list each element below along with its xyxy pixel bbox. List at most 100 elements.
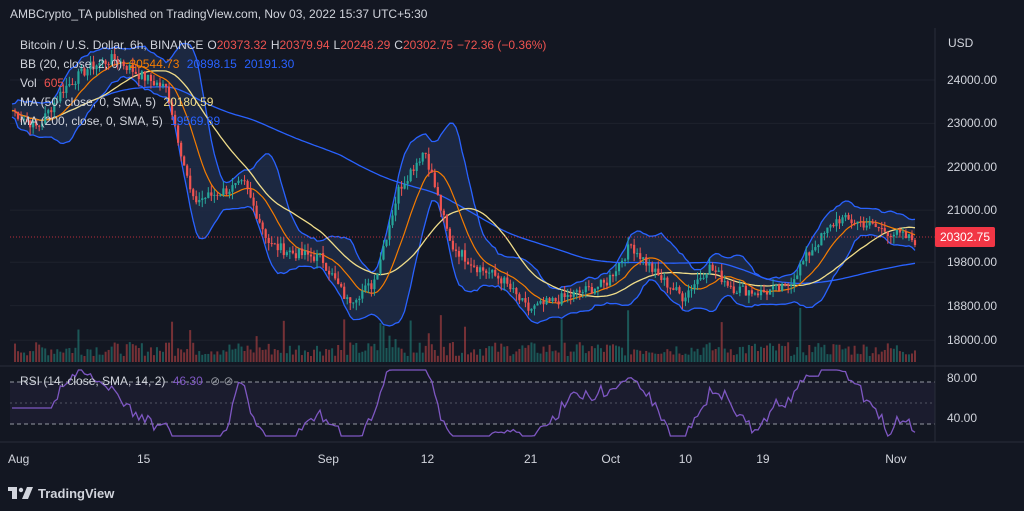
candle-body (16, 111, 20, 119)
candle-body (427, 153, 430, 170)
volume-bar (107, 349, 110, 362)
candle-body (143, 71, 146, 81)
candle-body (660, 275, 663, 281)
volume-bar (759, 346, 762, 362)
candle-body (213, 194, 216, 196)
tradingview-brand[interactable]: TradingView (8, 486, 114, 502)
candle-body (599, 279, 603, 287)
volume-bar (895, 345, 898, 362)
candle-body (886, 231, 889, 237)
volume-bar (439, 315, 442, 362)
candle-body (696, 279, 699, 285)
candle-body (623, 259, 627, 261)
candle-body (551, 297, 554, 302)
volume-bar (702, 347, 705, 362)
volume-bar (756, 351, 759, 362)
candle-body (774, 284, 778, 287)
volume-bar (772, 345, 775, 362)
volume-bar (699, 354, 702, 362)
high-value: 20379.94 (279, 38, 330, 52)
candle-body (518, 294, 521, 301)
candle-body (841, 217, 844, 224)
volume-bar (361, 351, 364, 362)
candle-body (309, 254, 313, 257)
volume-bar (464, 326, 467, 362)
candle-body (240, 180, 243, 182)
candle-body (515, 288, 518, 295)
ma200-legend[interactable]: MA (200, close, 0, SMA, 5) 19569.89 (20, 114, 224, 128)
volume-bar (823, 344, 826, 362)
candle-body (370, 283, 373, 290)
volume-bar (201, 354, 204, 362)
volume-bar (838, 344, 841, 362)
candle-body (729, 285, 732, 287)
volume-bar (237, 343, 240, 362)
candle-body (436, 187, 439, 195)
volume-bar (732, 355, 735, 362)
candle-body (454, 249, 458, 251)
candle-body (630, 244, 633, 246)
candle-body (500, 278, 503, 284)
volume-bar (62, 352, 65, 362)
close-label: C (394, 38, 403, 52)
candle-body (494, 269, 497, 276)
volume-bar (162, 351, 165, 362)
volume-bar (805, 355, 808, 362)
volume-bar (155, 347, 158, 362)
volume-bar (799, 307, 802, 362)
volume-bar (611, 344, 614, 362)
volume-bar (630, 354, 633, 362)
volume-bar (282, 320, 285, 362)
ma50-legend[interactable]: MA (50, close, 0, SMA, 5) 20180.59 (20, 95, 217, 109)
candle-body (451, 240, 455, 250)
brand-name: TradingView (38, 486, 115, 501)
candle-body (216, 194, 219, 196)
candle-body (186, 165, 189, 176)
volume-bar (210, 351, 213, 362)
volume-bar (711, 350, 714, 362)
time-tick-label: Aug (8, 452, 30, 466)
candle-body (593, 288, 596, 294)
price-chart[interactable] (0, 0, 1024, 511)
volume-bar (593, 348, 596, 362)
candle-body (321, 253, 325, 264)
volume-bar (358, 352, 361, 362)
volume-bar (584, 353, 587, 362)
volume-bar (80, 354, 83, 362)
candle-body (633, 244, 636, 254)
candle-body (267, 237, 270, 244)
rsi-hidden-icon[interactable]: ⊘ ⊘ (210, 374, 233, 388)
candle-body (152, 81, 156, 86)
candle-body (856, 221, 859, 224)
volume-bar (246, 345, 249, 362)
candle-body (482, 267, 485, 271)
volume-bar (26, 355, 29, 362)
candle-body (448, 228, 452, 241)
bb-legend[interactable]: BB (20, close, 2, 0) 20544.73 20898.15 2… (20, 57, 298, 71)
candle-body (270, 243, 273, 245)
volume-bar (500, 343, 503, 362)
candle-body (611, 275, 615, 277)
volume-bar (578, 342, 581, 362)
volume-bar (524, 347, 527, 362)
volume-bar (769, 343, 772, 362)
volume-bar (563, 342, 566, 362)
volume-bar (83, 355, 86, 362)
volume-bar (20, 352, 23, 362)
rsi-tick-label: 80.00 (947, 371, 978, 385)
volume-bar (451, 342, 454, 362)
candle-body (521, 298, 524, 301)
candle-body (741, 285, 744, 287)
candle-body (617, 262, 621, 272)
volume-legend[interactable]: Vol 605 (20, 76, 68, 90)
volume-bar (781, 345, 784, 362)
volume-bar (337, 344, 340, 362)
candle-body (639, 253, 642, 260)
candle-body (273, 243, 276, 245)
rsi-legend[interactable]: RSI (14, close, SMA, 14, 2) 46.30 ⊘ ⊘ (20, 374, 238, 388)
volume-bar (844, 348, 847, 362)
candle-body (608, 275, 612, 286)
volume-bar (744, 353, 747, 362)
volume-bar (445, 355, 448, 362)
volume-bar (802, 352, 805, 362)
